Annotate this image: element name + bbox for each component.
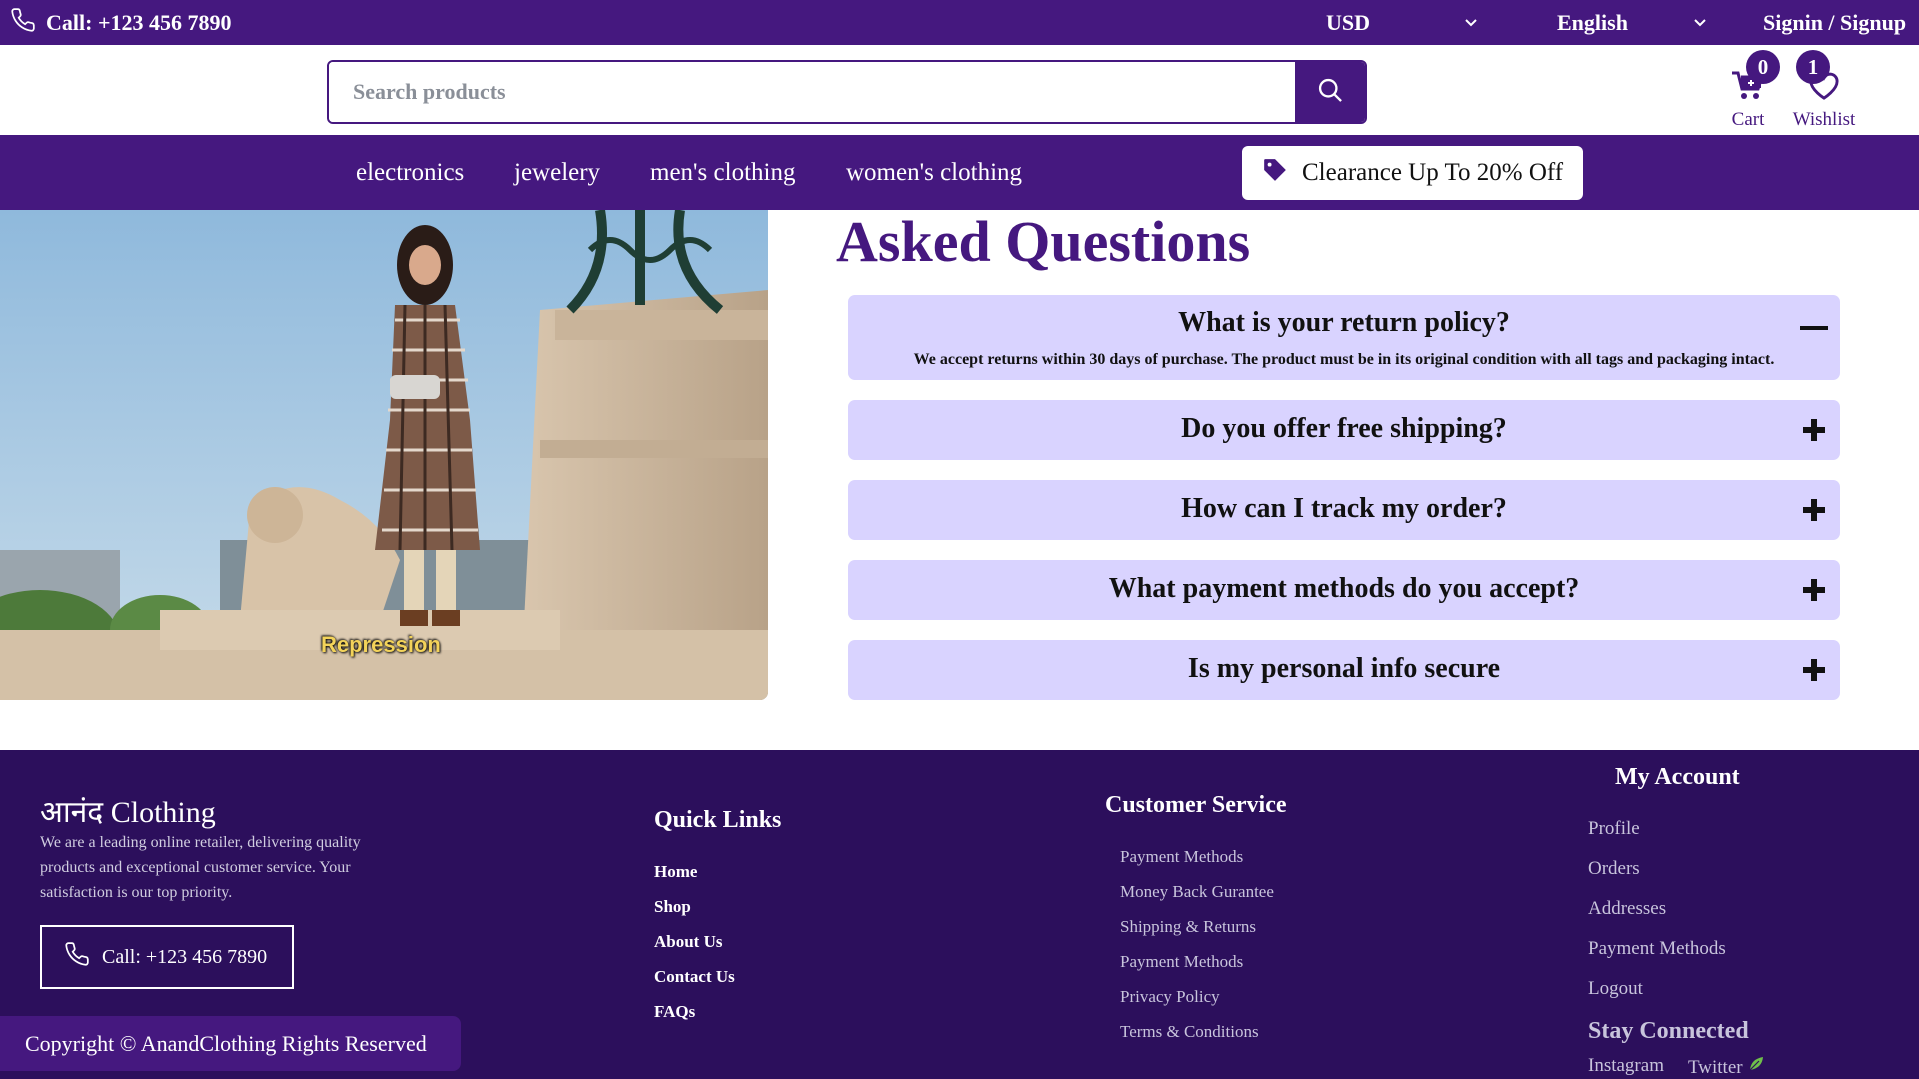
- signin-signup-link[interactable]: Signin / Signup: [1763, 0, 1906, 45]
- footer-about-text: We are a leading online retailer, delive…: [40, 834, 361, 901]
- faq-question: Is my personal info secure: [1187, 653, 1501, 684]
- footer-link-terms[interactable]: Terms & Conditions: [1120, 1022, 1259, 1042]
- copyright-notice: Copyright © AnandClothing Rights Reserve…: [0, 1016, 461, 1071]
- nav-item-womens-clothing[interactable]: women's clothing: [846, 135, 1022, 210]
- footer-link-privacy-policy[interactable]: Privacy Policy: [1120, 987, 1220, 1007]
- currency-value: USD: [1326, 9, 1371, 35]
- brand-native-name: आनंद: [40, 796, 104, 829]
- plus-icon[interactable]: [1798, 494, 1830, 526]
- wishlist-count-badge: 1: [1796, 50, 1830, 84]
- tag-icon: [1262, 157, 1288, 190]
- minus-icon[interactable]: [1798, 312, 1830, 344]
- hero-caption: Repression: [321, 632, 441, 657]
- footer-link-about-us[interactable]: About Us: [654, 932, 723, 952]
- plus-icon[interactable]: [1798, 414, 1830, 446]
- faq-answer: We accept returns within 30 days of purc…: [913, 351, 1775, 368]
- faq-title: Asked Questions: [836, 209, 1251, 274]
- footer-link-shipping-returns[interactable]: Shipping & Returns: [1120, 917, 1256, 937]
- search-button[interactable]: [1295, 62, 1365, 122]
- search-bar: [327, 60, 1367, 124]
- footer-link-shop[interactable]: Shop: [654, 897, 691, 917]
- language-value: English: [1557, 9, 1628, 35]
- clearance-label: Clearance Up To 20% Off: [1302, 159, 1564, 186]
- faq-item[interactable]: Is my personal info secure: [848, 640, 1840, 700]
- nav-item-mens-clothing[interactable]: men's clothing: [650, 135, 795, 210]
- nav-item-electronics[interactable]: electronics: [356, 135, 464, 210]
- chevron-down-icon[interactable]: [1463, 14, 1479, 35]
- wishlist-label: Wishlist: [1792, 109, 1856, 130]
- footer-link-faqs[interactable]: FAQs: [654, 1002, 695, 1022]
- quick-links-title: Quick Links: [654, 807, 782, 833]
- cart-label: Cart: [1731, 109, 1765, 130]
- header: Cart 0 Wishlist 1: [0, 45, 1919, 135]
- topbar-call[interactable]: Call: +123 456 7890: [10, 0, 231, 45]
- search-icon: [1316, 76, 1344, 109]
- category-nav: electronics jewelery men's clothing wome…: [0, 135, 1919, 210]
- footer-link-contact-us[interactable]: Contact Us: [654, 967, 735, 987]
- language-select[interactable]: English: [1557, 0, 1628, 45]
- faq-item[interactable]: Do you offer free shipping?: [848, 400, 1840, 460]
- hero-image: Repression: [0, 210, 768, 700]
- faq-question: What payment methods do you accept?: [1108, 573, 1580, 604]
- footer-call-button[interactable]: Call: +123 456 7890: [40, 925, 294, 989]
- faq-item[interactable]: What is your return policy? We accept re…: [848, 295, 1840, 380]
- footer-link-home[interactable]: Home: [654, 862, 697, 882]
- social-link-twitter[interactable]: Twitter: [1688, 1055, 1765, 1079]
- social-link-instagram[interactable]: Instagram: [1588, 1055, 1664, 1077]
- faq-question: What is your return policy?: [1178, 307, 1510, 338]
- footer-brand: आनंद Clothing: [40, 790, 216, 831]
- footer-link-account-payment[interactable]: Payment Methods: [1588, 938, 1726, 960]
- leaf-icon: [1747, 1057, 1765, 1078]
- faq-question: Do you offer free shipping?: [1181, 413, 1507, 444]
- footer: आनंद Clothing We are a leading online re…: [0, 750, 1919, 1079]
- faq-question: How can I track my order?: [1181, 493, 1507, 524]
- nav-item-jewelery[interactable]: jewelery: [514, 135, 600, 210]
- footer-link-logout[interactable]: Logout: [1588, 978, 1643, 1000]
- currency-select[interactable]: USD: [1326, 0, 1370, 45]
- stay-connected-title: Stay Connected: [1588, 1018, 1749, 1044]
- phone-icon: [10, 7, 36, 39]
- faq-item[interactable]: What payment methods do you accept?: [848, 560, 1840, 620]
- my-account-title: My Account: [1615, 764, 1740, 790]
- footer-link-addresses[interactable]: Addresses: [1588, 898, 1666, 920]
- faq-item[interactable]: How can I track my order?: [848, 480, 1840, 540]
- plus-icon[interactable]: [1798, 654, 1830, 686]
- footer-link-orders[interactable]: Orders: [1588, 858, 1640, 880]
- brand-suffix: Clothing: [110, 796, 216, 829]
- phone-icon: [64, 941, 90, 973]
- signin-label: Signin / Signup: [1763, 9, 1907, 35]
- plus-icon[interactable]: [1798, 574, 1830, 606]
- cart-count-badge: 0: [1746, 50, 1780, 84]
- topbar-phone-text: Call: +123 456 7890: [46, 9, 232, 35]
- footer-phone-text: Call: +123 456 7890: [102, 945, 268, 968]
- clearance-promo-button[interactable]: Clearance Up To 20% Off: [1242, 146, 1583, 200]
- footer-link-payment-methods[interactable]: Payment Methods: [1120, 847, 1243, 867]
- chevron-down-icon[interactable]: [1692, 14, 1708, 35]
- search-input[interactable]: [329, 62, 1295, 122]
- twitter-label: Twitter: [1688, 1057, 1743, 1078]
- footer-link-money-back[interactable]: Money Back Gurantee: [1120, 882, 1274, 902]
- customer-service-title: Customer Service: [1105, 792, 1287, 818]
- footer-link-profile[interactable]: Profile: [1588, 818, 1640, 840]
- top-bar: Call: +123 456 7890 USD English Signin /…: [0, 0, 1919, 45]
- footer-link-payment-methods-2[interactable]: Payment Methods: [1120, 952, 1243, 972]
